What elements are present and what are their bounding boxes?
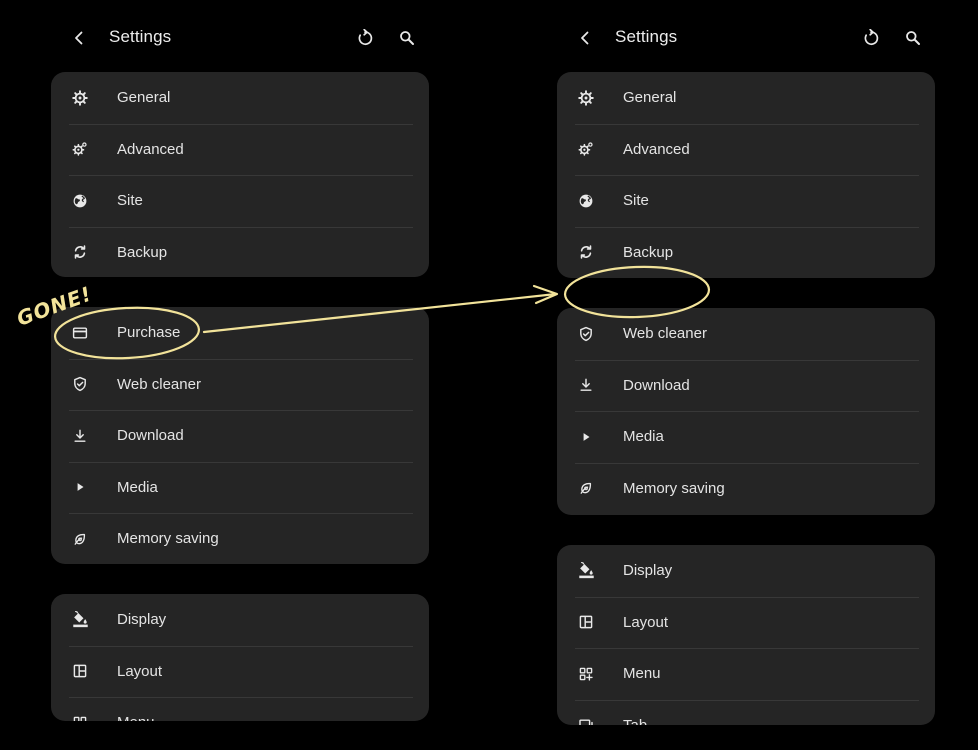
settings-item-label: Site: [623, 192, 649, 210]
tab-icon: [576, 715, 596, 725]
settings-item-media[interactable]: Media: [557, 411, 935, 463]
search-icon: [400, 31, 414, 45]
sync-icon: [70, 242, 90, 262]
settings-group-3: Display Layout Menu Tab: [557, 545, 935, 725]
settings-item-label: Memory saving: [623, 479, 725, 497]
settings-item-download[interactable]: Download: [51, 410, 429, 462]
grid-plus-icon: [576, 664, 596, 684]
paint-bucket-icon: [70, 610, 90, 630]
settings-item-label: Purchase: [117, 324, 181, 342]
layout-icon: [576, 612, 596, 632]
top-app-bar: Settings: [51, 18, 431, 58]
settings-group-1: General Advanced Site Backup: [557, 72, 935, 278]
gear-icon: [576, 88, 596, 108]
settings-item-web-cleaner[interactable]: Web cleaner: [51, 358, 429, 411]
download-icon: [70, 426, 90, 446]
globe-icon: [70, 191, 90, 211]
settings-item-advanced[interactable]: Advanced: [557, 123, 935, 176]
settings-item-label: Download: [117, 427, 184, 445]
settings-item-media[interactable]: Media: [51, 461, 429, 514]
settings-item-display[interactable]: Display: [51, 594, 429, 646]
settings-item-layout[interactable]: Layout: [51, 645, 429, 698]
settings-item-label: Display: [623, 562, 673, 580]
settings-item-label: Web cleaner: [623, 325, 707, 343]
sync-icon: [576, 242, 596, 262]
settings-item-label: Web cleaner: [117, 375, 201, 393]
leaf-icon: [70, 529, 90, 549]
settings-item-menu[interactable]: Menu: [51, 697, 429, 721]
top-app-bar: Settings: [557, 18, 937, 58]
settings-item-label: General: [623, 89, 677, 107]
settings-item-backup[interactable]: Backup: [51, 226, 429, 278]
settings-item-label: Advanced: [623, 140, 690, 158]
annotation-arrow-head: [532, 284, 559, 305]
settings-item-label: Download: [623, 376, 690, 394]
settings-item-label: Advanced: [117, 140, 184, 158]
settings-item-label: Menu: [623, 665, 661, 683]
chevron-left-icon: [75, 31, 83, 45]
download-icon: [576, 375, 596, 395]
settings-item-download[interactable]: Download: [557, 359, 935, 412]
back-button[interactable]: [65, 24, 93, 52]
settings-item-backup[interactable]: Backup: [557, 226, 935, 279]
settings-item-label: General: [117, 89, 171, 107]
reset-icon: [358, 29, 373, 46]
chevron-left-icon: [581, 31, 589, 45]
search-button[interactable]: [899, 24, 927, 52]
search-icon: [906, 31, 920, 45]
shield-check-icon: [70, 374, 90, 394]
reset-icon: [864, 29, 879, 46]
settings-item-label: Tab: [623, 717, 647, 725]
settings-item-menu[interactable]: Menu: [557, 648, 935, 700]
page-title: Settings: [615, 27, 678, 46]
gear-icon: [70, 88, 90, 108]
grid-plus-icon: [70, 713, 90, 721]
leaf-icon: [576, 478, 596, 498]
layout-icon: [70, 661, 90, 681]
settings-item-memory-saving[interactable]: Memory saving: [557, 462, 935, 515]
settings-group-2: Web cleaner Download Media Memory saving: [557, 308, 935, 515]
settings-item-label: Site: [117, 192, 143, 210]
settings-item-web-cleaner[interactable]: Web cleaner: [557, 308, 935, 360]
settings-item-label: Media: [117, 478, 158, 496]
settings-item-display[interactable]: Display: [557, 545, 935, 597]
settings-item-memory-saving[interactable]: Memory saving: [51, 513, 429, 564]
settings-item-label: Layout: [117, 662, 163, 680]
settings-item-general[interactable]: General: [557, 72, 935, 124]
paint-bucket-icon: [576, 561, 596, 581]
settings-item-label: Media: [623, 428, 664, 446]
play-icon: [70, 477, 90, 497]
settings-item-tab[interactable]: Tab: [557, 699, 935, 725]
settings-group-2: Purchase Web cleaner Download Media Memory s…: [51, 307, 429, 564]
settings-item-label: Menu: [117, 714, 155, 721]
settings-item-advanced[interactable]: Advanced: [51, 123, 429, 176]
search-button[interactable]: [393, 24, 421, 52]
reset-button[interactable]: [351, 24, 379, 52]
credit-card-icon: [70, 323, 90, 343]
globe-icon: [576, 191, 596, 211]
settings-group-1: General Advanced Site Backup: [51, 72, 429, 277]
settings-item-label: Backup: [623, 243, 674, 261]
settings-item-general[interactable]: General: [51, 72, 429, 124]
settings-item-label: Memory saving: [117, 530, 219, 548]
page-title: Settings: [109, 27, 172, 46]
settings-item-site[interactable]: Site: [51, 175, 429, 227]
settings-item-layout[interactable]: Layout: [557, 596, 935, 649]
settings-item-purchase[interactable]: Purchase: [51, 307, 429, 359]
play-icon: [576, 427, 596, 447]
settings-group-3: Display Layout Menu: [51, 594, 429, 721]
settings-item-label: Layout: [623, 613, 669, 631]
settings-item-site[interactable]: Site: [557, 175, 935, 227]
gears-icon: [576, 139, 596, 159]
settings-item-label: Backup: [117, 243, 168, 261]
reset-button[interactable]: [857, 24, 885, 52]
settings-item-label: Display: [117, 611, 167, 629]
back-button[interactable]: [571, 24, 599, 52]
gears-icon: [70, 139, 90, 159]
shield-check-icon: [576, 324, 596, 344]
